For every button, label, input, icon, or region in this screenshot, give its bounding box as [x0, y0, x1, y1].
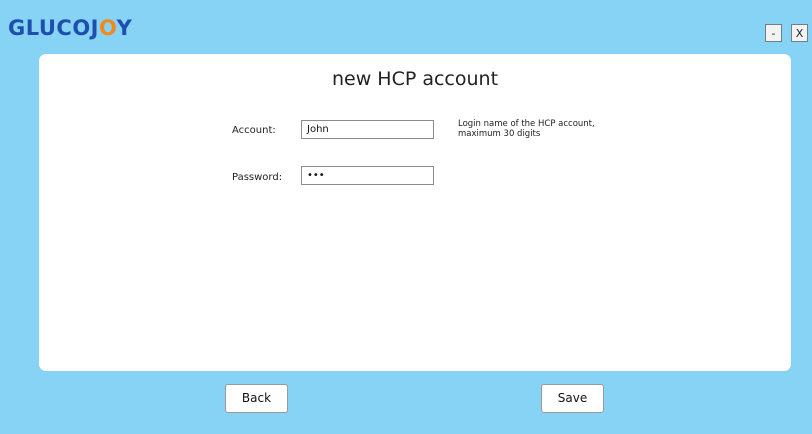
account-hint-line-2: maximum 30 digits [458, 129, 541, 139]
logo-text-accent: O [99, 16, 117, 40]
close-button[interactable]: X [791, 24, 808, 42]
account-hint: Login name of the HCP account, maximum 3… [458, 119, 658, 139]
logo-text-prefix: GLUCOJ [8, 16, 99, 40]
back-button[interactable]: Back [225, 384, 288, 413]
password-label: Password: [232, 172, 283, 183]
app-window: GLUCOJOY - X new HCP account Account: Jo… [0, 0, 812, 434]
save-button[interactable]: Save [541, 384, 604, 413]
account-input[interactable]: John [301, 120, 434, 139]
page-title: new HCP account [331, 68, 499, 90]
password-input[interactable]: ••• [301, 166, 434, 185]
account-hint-line-1: Login name of the HCP account, [458, 119, 595, 129]
account-label: Account: [232, 125, 276, 136]
minimize-button[interactable]: - [765, 24, 782, 42]
logo-text-suffix: Y [116, 16, 133, 40]
glucojoy-logo: GLUCOJOY [8, 18, 132, 39]
form-panel: new HCP account Account: John Login name… [39, 54, 791, 371]
